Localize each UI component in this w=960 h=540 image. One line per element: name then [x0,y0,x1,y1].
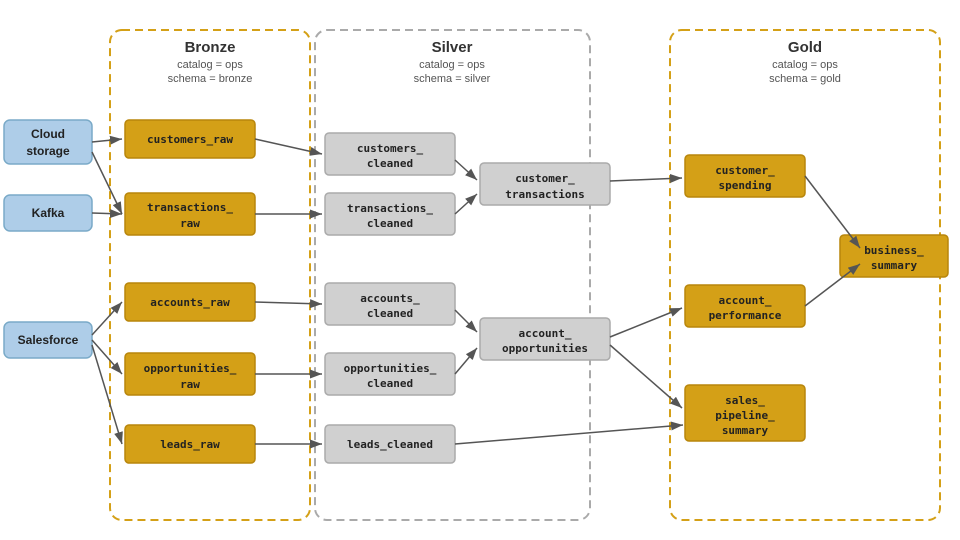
arrow-custtrans-custspend [610,178,682,181]
node-sales-pipeline-label2: pipeline_ [715,409,775,422]
arrow-oppcleaned-accopp [455,348,477,374]
arrow-leadscleaned-salespipe [455,425,683,444]
zone-bronze-sub1: catalog = ops [177,59,243,71]
node-account-opportunities-label1: account_ [519,327,572,340]
arrow-custspend-bizsummary [805,176,860,248]
node-accounts-cleaned-label2: cleaned [367,307,413,320]
node-salesforce-label: Salesforce [18,333,79,347]
node-customer-spending-label2: spending [719,179,772,192]
diagram-container: Bronze catalog = ops schema = bronze Sil… [0,0,960,540]
node-sales-pipeline-label1: sales_ [725,394,765,407]
node-customers-cleaned-label2: cleaned [367,157,413,170]
node-transactions-cleaned-label1: transactions_ [347,202,433,215]
arrow-kafka-transactions [92,213,122,214]
node-leads-cleaned-label: leads_cleaned [347,438,433,451]
node-kafka-label: Kafka [32,206,65,220]
arrow-accopp-salespipe [610,345,682,408]
arrow-salesforce-accounts [92,302,122,335]
zone-gold-title: Gold [788,39,822,56]
arrow-acccleaned-accopp [455,310,477,332]
node-opportunities-raw-label2: raw [180,378,200,391]
node-customer-spending-label1: customer_ [715,164,775,177]
arrow-accraw-acccleaned [255,302,322,304]
node-leads-raw-label: leads_raw [160,438,220,451]
zone-silver-sub2: schema = silver [414,73,491,85]
node-opportunities-cleaned-label2: cleaned [367,377,413,390]
node-opportunities-cleaned-label1: opportunities_ [344,362,437,375]
arrow-salesforce-opportunities [92,340,122,374]
node-accounts-raw-label: accounts_raw [150,296,230,309]
arrow-cloud-customers [92,139,122,142]
arrow-custcleaned-custtrans [455,160,477,180]
arrow-accopp-accperf [610,308,682,337]
node-business-summary-label1: business_ [864,244,924,257]
node-cloud-storage-label: Cloud [31,127,65,141]
node-account-performance-label2: performance [709,309,782,322]
node-cloud-storage-label2: storage [26,144,70,158]
zone-gold-sub2: schema = gold [769,73,841,85]
node-account-opportunities-label2: opportunities [502,342,588,355]
node-accounts-cleaned-label1: accounts_ [360,292,420,305]
node-customers-raw-label: customers_raw [147,133,233,146]
node-sales-pipeline-label3: summary [722,424,769,437]
node-customers-cleaned-label1: customers_ [357,142,424,155]
zone-bronze-sub2: schema = bronze [168,73,253,85]
zone-gold-sub1: catalog = ops [772,59,838,71]
node-account-performance-label1: account_ [719,294,772,307]
arrow-custraw-custcleaned [255,139,322,154]
node-customer-transactions-label2: transactions [505,188,584,201]
node-opportunities-raw-label1: opportunities_ [144,362,237,375]
node-business-summary-label2: summary [871,259,918,272]
zone-silver-title: Silver [432,39,473,56]
arrow-cloud-transactions [92,152,122,214]
arrow-transcleaned-custtrans [455,194,477,214]
arrow-accperf-bizsummary [805,264,860,306]
node-transactions-raw-label1: transactions_ [147,201,233,214]
node-customer-transactions-label1: customer_ [515,172,575,185]
main-svg: Bronze catalog = ops schema = bronze Sil… [0,0,960,540]
node-transactions-cleaned-label2: cleaned [367,217,413,230]
arrow-salesforce-leads [92,345,122,444]
zone-silver-sub1: catalog = ops [419,59,485,71]
node-transactions-raw-label2: raw [180,217,200,230]
zone-bronze-title: Bronze [185,39,236,56]
